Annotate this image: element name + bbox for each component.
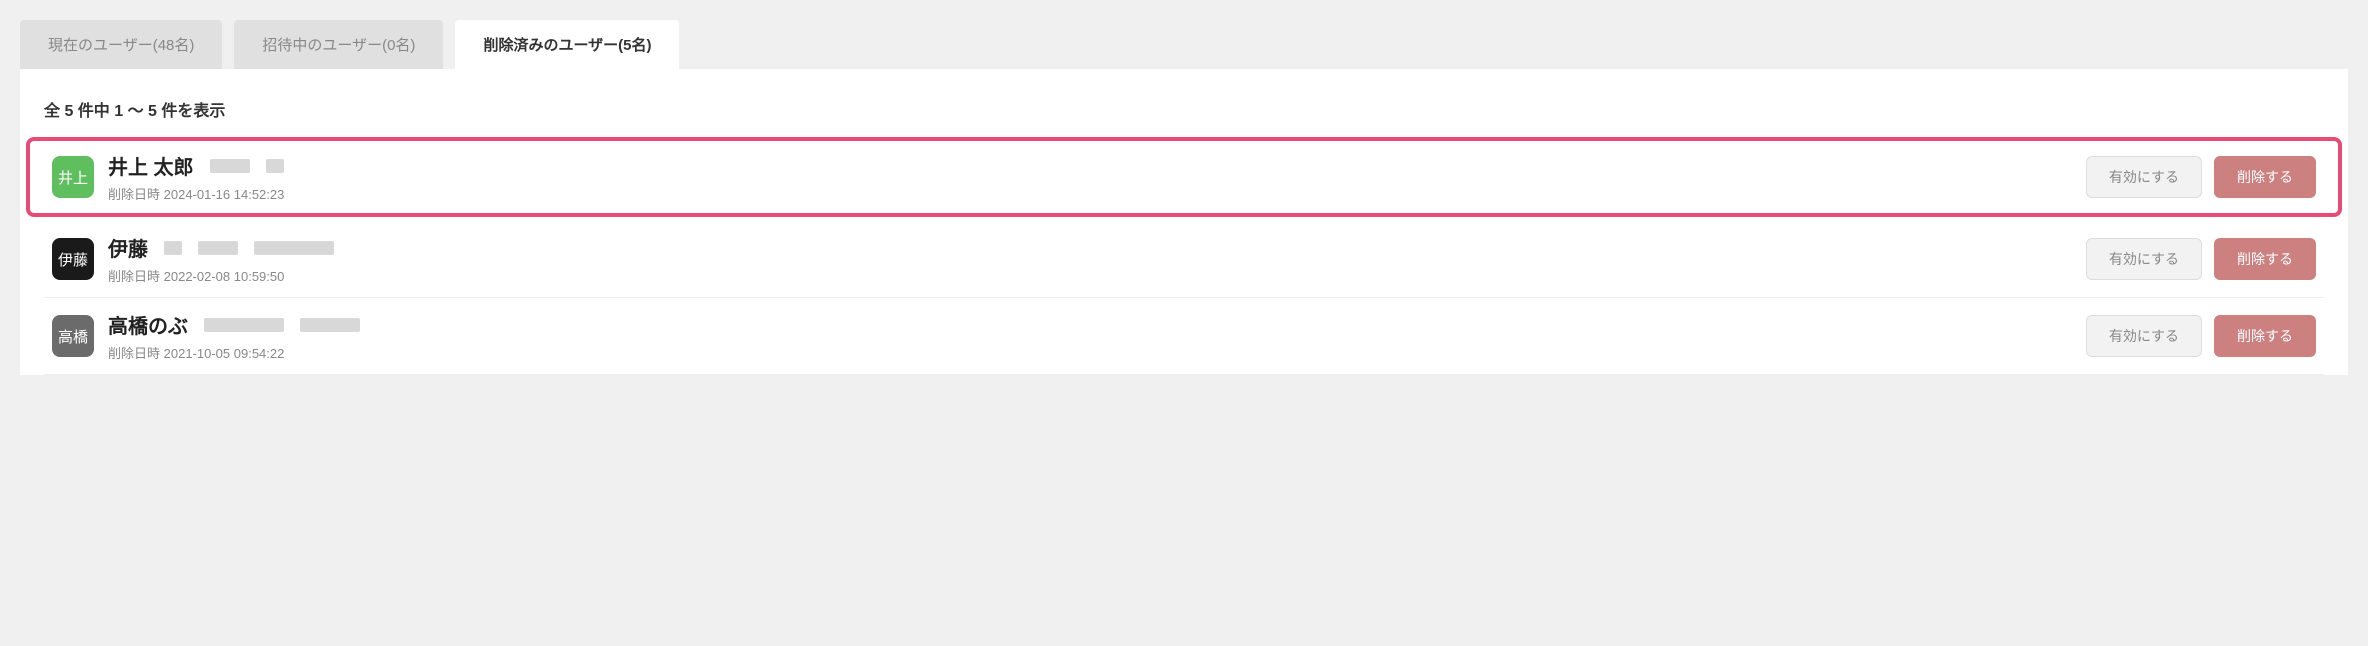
tab-current-users[interactable]: 現在のユーザー(48名) (20, 20, 222, 69)
user-name: 伊藤 (108, 233, 148, 262)
redacted-text (198, 241, 238, 255)
user-name: 高橋のぶ (108, 310, 188, 339)
results-summary: 全 5 件中 1 〜 5 件を表示 (44, 89, 2324, 139)
user-row: 高橋 高橋のぶ 削除日時 2021-10-05 09:54:22 有効にする 削… (44, 298, 2324, 375)
redacted-text (254, 241, 334, 255)
user-name-line: 井上 太郎 (108, 151, 2072, 180)
user-row: 伊藤 伊藤 削除日時 2022-02-08 10:59:50 有効にする (44, 221, 2324, 298)
redacted-text (266, 159, 284, 173)
user-name-line: 高橋のぶ (108, 310, 2072, 339)
tab-bar: 現在のユーザー(48名) 招待中のユーザー(0名) 削除済みのユーザー(5名) (20, 20, 2348, 69)
deleted-at-label: 削除日時 (108, 187, 160, 202)
delete-button[interactable]: 削除する (2214, 315, 2316, 357)
user-list: 井上 井上 太郎 削除日時 2024-01-16 14:52:23 有効にする … (44, 139, 2324, 375)
enable-button[interactable]: 有効にする (2086, 156, 2202, 198)
deleted-at: 削除日時 2024-01-16 14:52:23 (108, 184, 2072, 203)
deleted-at-value: 2021-10-05 09:54:22 (164, 346, 285, 361)
row-actions: 有効にする 削除する (2086, 238, 2316, 280)
tab-invited-users[interactable]: 招待中のユーザー(0名) (234, 20, 443, 69)
tab-content: 全 5 件中 1 〜 5 件を表示 井上 井上 太郎 削除日時 2024-01-… (20, 69, 2348, 375)
enable-button[interactable]: 有効にする (2086, 238, 2202, 280)
delete-button[interactable]: 削除する (2214, 156, 2316, 198)
redacted-text (210, 159, 250, 173)
row-actions: 有効にする 削除する (2086, 156, 2316, 198)
deleted-at-value: 2024-01-16 14:52:23 (164, 187, 285, 202)
avatar: 伊藤 (52, 238, 94, 280)
user-management-panel: 現在のユーザー(48名) 招待中のユーザー(0名) 削除済みのユーザー(5名) … (20, 20, 2348, 375)
user-info: 井上 太郎 削除日時 2024-01-16 14:52:23 (108, 151, 2072, 203)
redacted-text (164, 241, 182, 255)
avatar: 井上 (52, 156, 94, 198)
redacted-text (204, 318, 284, 332)
deleted-at: 削除日時 2021-10-05 09:54:22 (108, 343, 2072, 362)
delete-button[interactable]: 削除する (2214, 238, 2316, 280)
deleted-at-value: 2022-02-08 10:59:50 (164, 269, 285, 284)
enable-button[interactable]: 有効にする (2086, 315, 2202, 357)
tab-deleted-users[interactable]: 削除済みのユーザー(5名) (455, 20, 679, 69)
user-name: 井上 太郎 (108, 151, 194, 180)
user-info: 伊藤 削除日時 2022-02-08 10:59:50 (108, 233, 2072, 285)
deleted-at: 削除日時 2022-02-08 10:59:50 (108, 266, 2072, 285)
user-name-line: 伊藤 (108, 233, 2072, 262)
deleted-at-label: 削除日時 (108, 269, 160, 284)
user-info: 高橋のぶ 削除日時 2021-10-05 09:54:22 (108, 310, 2072, 362)
redacted-text (300, 318, 360, 332)
row-actions: 有効にする 削除する (2086, 315, 2316, 357)
avatar: 高橋 (52, 315, 94, 357)
deleted-at-label: 削除日時 (108, 346, 160, 361)
user-row: 井上 井上 太郎 削除日時 2024-01-16 14:52:23 有効にする … (26, 137, 2342, 217)
